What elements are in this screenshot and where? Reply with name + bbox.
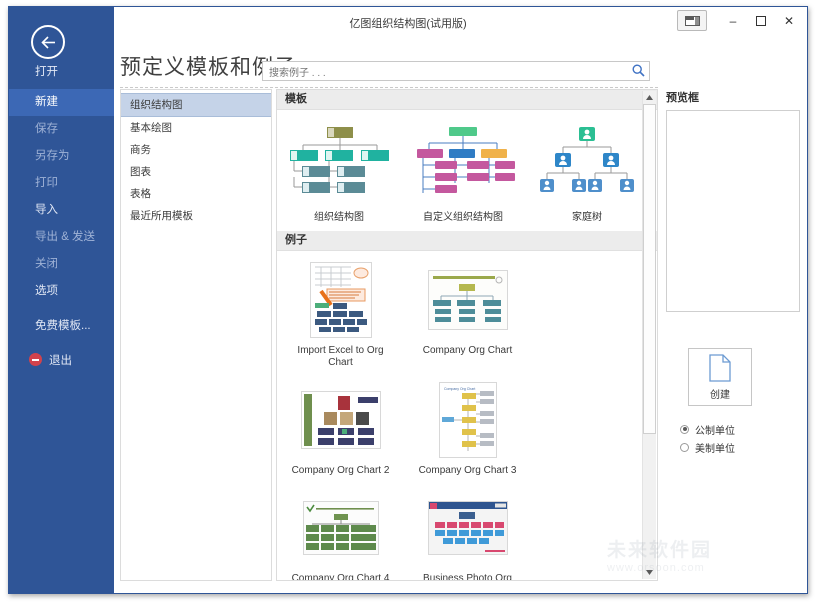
sidebar-item-exit[interactable]: 退出 bbox=[9, 346, 114, 373]
template-item-label: 家庭树 bbox=[572, 212, 602, 223]
scroll-up-button[interactable] bbox=[643, 91, 656, 104]
example-thumbnail-icon bbox=[277, 489, 404, 567]
family-tree-thumbnail-icon bbox=[525, 122, 649, 202]
sidebar-item-save[interactable]: 保存 bbox=[9, 116, 114, 143]
radio-icon-imperial[interactable] bbox=[680, 442, 689, 452]
template-item-family-tree[interactable]: 家庭树 bbox=[525, 122, 649, 223]
ribbon-display-options-button[interactable] bbox=[677, 10, 707, 31]
header-divider bbox=[120, 87, 658, 88]
search-input[interactable] bbox=[267, 64, 621, 82]
sidebar-item-export-send[interactable]: 导出 & 发送 bbox=[9, 224, 114, 251]
category-item-tables[interactable]: 表格 bbox=[121, 183, 271, 205]
unit-option-metric-label: 公制单位 bbox=[695, 425, 735, 437]
sidebar-item-print[interactable]: 打印 bbox=[9, 170, 114, 197]
svg-text:Company Org Chart: Company Org Chart bbox=[444, 387, 475, 391]
sidebar-item-save-as[interactable]: 另存为 bbox=[9, 143, 114, 170]
template-item-label: 组织结构图 bbox=[314, 212, 364, 223]
org-chart-thumbnail-icon bbox=[277, 122, 401, 202]
example-item[interactable]: Company Org Chart bbox=[404, 261, 531, 369]
example-item-label: Company Org Chart bbox=[422, 345, 513, 356]
minimize-button[interactable]: – bbox=[719, 11, 747, 31]
unit-option-imperial[interactable]: 美制单位 bbox=[680, 438, 799, 456]
category-list: 组织结构图 基本绘图 商务 图表 表格 最近所用模板 bbox=[120, 89, 272, 581]
unit-option-imperial-label: 美制单位 bbox=[695, 443, 735, 455]
close-button[interactable]: ✕ bbox=[775, 11, 803, 31]
template-item-org-chart[interactable]: 组织结构图 bbox=[277, 122, 401, 223]
example-item[interactable]: Import Excel to Org Chart bbox=[277, 261, 404, 369]
sidebar-item-open[interactable]: 打开 bbox=[9, 59, 114, 86]
back-arrow-icon bbox=[40, 35, 55, 49]
example-item-label: Company Org Chart 2 bbox=[291, 465, 390, 476]
create-button-label: 创建 bbox=[710, 389, 730, 401]
preview-image-area bbox=[666, 110, 800, 312]
category-item-business[interactable]: 商务 bbox=[121, 139, 271, 161]
category-item-basic-drawing[interactable]: 基本绘图 bbox=[121, 117, 271, 139]
back-button[interactable] bbox=[31, 25, 65, 59]
new-document-icon bbox=[709, 353, 731, 382]
examples-grid: Import Excel to Org Chart Company Org Ch… bbox=[277, 251, 657, 581]
search-icon[interactable] bbox=[632, 64, 645, 82]
preview-panel-title: 预览框 bbox=[666, 92, 699, 104]
sidebar-item-free-templates[interactable]: 免费模板... bbox=[9, 313, 114, 340]
category-item-org-chart[interactable]: 组织结构图 bbox=[121, 93, 271, 117]
application-window: 亿图组织结构图(试用版) – ✕ 登录 打开 bbox=[8, 6, 808, 594]
unit-radio-group: 公制单位 美制单位 bbox=[680, 420, 799, 456]
sidebar-item-new[interactable]: 新建 bbox=[9, 89, 114, 116]
sidebar-item-close[interactable]: 关闭 bbox=[9, 251, 114, 278]
example-item[interactable]: Company Org Chart 2 bbox=[277, 381, 404, 477]
template-item-custom-org-chart[interactable]: 自定义组织结构图 bbox=[401, 122, 525, 223]
title-bar: 亿图组织结构图(试用版) – ✕ 登录 bbox=[9, 7, 807, 54]
example-item-label: Import Excel to Org Chart bbox=[297, 345, 384, 368]
radio-icon-metric[interactable] bbox=[680, 424, 689, 434]
example-item[interactable]: Business Photo Org Chart bbox=[404, 489, 531, 581]
example-thumbnail-icon: Company Org Chart bbox=[404, 381, 531, 459]
example-thumbnail-icon bbox=[404, 261, 531, 339]
sidebar-item-import[interactable]: 导入 bbox=[9, 197, 114, 224]
example-thumbnail-icon bbox=[404, 489, 531, 567]
template-gallery: 模板 组织结构图 自定义组织结构图 家庭树 例子 Import Excel to… bbox=[276, 89, 658, 581]
example-thumbnail-icon bbox=[277, 381, 404, 459]
example-item[interactable]: Company Org Chart Company Org Chart 3 bbox=[404, 381, 531, 477]
backstage-sidebar: 打开 新建 保存 另存为 打印 导入 导出 & 发送 关闭 选项 免费模板...… bbox=[9, 7, 114, 593]
examples-section-heading: 例子 bbox=[277, 231, 657, 251]
example-item-label: Business Photo Org Chart bbox=[423, 573, 512, 581]
window-controls: – ✕ bbox=[677, 10, 803, 31]
templates-section-heading: 模板 bbox=[277, 90, 657, 110]
gallery-scrollbar[interactable] bbox=[642, 91, 656, 579]
create-button[interactable]: 创建 bbox=[688, 348, 752, 406]
exit-icon bbox=[29, 353, 42, 366]
unit-option-metric[interactable]: 公制单位 bbox=[680, 420, 799, 438]
example-thumbnail-icon bbox=[277, 261, 404, 339]
search-box[interactable] bbox=[262, 61, 650, 82]
main-content: 预定义模板和例子 组织结构图 基本绘图 商务 图表 表格 最近所用模板 模板 bbox=[114, 37, 807, 593]
template-item-label: 自定义组织结构图 bbox=[423, 212, 503, 223]
sidebar-nav-list: 新建 保存 另存为 打印 导入 导出 & 发送 关闭 选项 免费模板... 退出 bbox=[9, 89, 114, 373]
preview-panel: 预览框 创建 公制单位 美制单位 bbox=[666, 89, 800, 581]
custom-org-chart-thumbnail-icon bbox=[401, 122, 525, 202]
scrollbar-thumb[interactable] bbox=[643, 104, 656, 434]
maximize-button[interactable] bbox=[747, 11, 775, 31]
sidebar-item-options[interactable]: 选项 bbox=[9, 278, 114, 305]
sidebar-item-exit-label: 退出 bbox=[49, 354, 72, 367]
category-item-recent[interactable]: 最近所用模板 bbox=[121, 205, 271, 227]
scroll-down-button[interactable] bbox=[643, 566, 656, 579]
category-item-charts[interactable]: 图表 bbox=[121, 161, 271, 183]
example-item[interactable]: Company Org Chart 4 bbox=[277, 489, 404, 581]
example-item-label: Company Org Chart 3 bbox=[418, 465, 517, 476]
example-item-label: Company Org Chart 4 bbox=[291, 573, 390, 581]
templates-row: 组织结构图 自定义组织结构图 家庭树 bbox=[277, 110, 657, 231]
